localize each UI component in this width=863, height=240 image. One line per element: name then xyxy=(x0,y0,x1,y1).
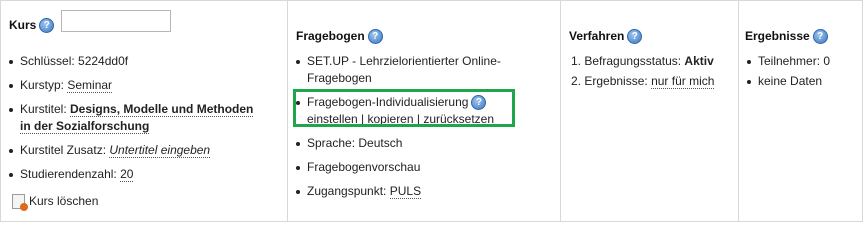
studierendenzahl-link[interactable]: 20 xyxy=(120,167,134,182)
sprache-value: Deutsch xyxy=(358,136,403,150)
kurs-column: Kurs Schlüssel: 5224dd0f Kurstyp: Semina… xyxy=(1,1,288,221)
list-item-studierendenzahl: Studierendenzahl: 20 xyxy=(7,166,265,183)
help-icon[interactable] xyxy=(627,29,643,45)
kurs-loeschen-label: Kurs löschen xyxy=(29,194,99,208)
help-icon[interactable] xyxy=(367,29,383,45)
list-item-setup: SET.UP - Lehrzielorientierter Online-Fra… xyxy=(294,53,522,87)
kurs-details-list: Schlüssel: 5224dd0f Kurstyp: Seminar Kur… xyxy=(7,53,265,183)
verfahren-list: 1. Befragungsstatus: Aktiv 2. Ergebnisse… xyxy=(571,53,715,90)
list-item-kurstitel-zusatz: Kurstitel Zusatz: Untertitel eingeben xyxy=(7,142,265,159)
delete-document-icon xyxy=(12,194,28,212)
kurs-search-input[interactable] xyxy=(61,10,171,32)
verfahren-header: Verfahren xyxy=(569,29,643,45)
help-icon[interactable] xyxy=(39,18,55,34)
help-icon[interactable] xyxy=(812,29,828,45)
kurstitel-zusatz-link[interactable]: Untertitel eingeben xyxy=(109,143,211,158)
ergebnisse-header: Ergebnisse xyxy=(745,29,828,45)
ergebnisse-list: Teilnehmer: 0 keine Daten xyxy=(745,53,830,90)
list-item-zugangspunkt: Zugangspunkt: PULS xyxy=(294,183,544,200)
kurs-title: Kurs xyxy=(9,18,37,32)
list-item-sprache: Sprache: Deutsch xyxy=(294,135,544,152)
verfahren-title: Verfahren xyxy=(569,29,625,43)
list-item-schluessel: Schlüssel: 5224dd0f xyxy=(7,53,265,70)
list-item-ergebnisse: 2. Ergebnisse: nur für mich xyxy=(571,74,715,89)
ergebnisse-title: Ergebnisse xyxy=(745,29,810,43)
schluessel-value: 5224dd0f xyxy=(78,54,129,68)
zugangspunkt-link[interactable]: PULS xyxy=(389,184,422,199)
list-item-teilnehmer: Teilnehmer: 0 xyxy=(745,53,830,70)
fragebogenvorschau-text[interactable]: Fragebogenvorschau xyxy=(307,160,420,174)
kurs-header: Kurs xyxy=(9,18,55,34)
ergebnisse-column: Ergebnisse Teilnehmer: 0 keine Daten xyxy=(739,1,863,221)
list-item-fragebogenvorschau[interactable]: Fragebogenvorschau xyxy=(294,159,544,176)
kurstyp-link[interactable]: Seminar xyxy=(67,78,113,93)
list-item-kurstyp: Kurstyp: Seminar xyxy=(7,77,265,94)
ergebnisse-link[interactable]: nur für mich xyxy=(651,74,715,89)
setup-text: SET.UP - Lehrzielorientierter Online-Fra… xyxy=(307,54,501,85)
befragungsstatus-value: Aktiv xyxy=(684,54,714,68)
list-item-befragungsstatus: 1. Befragungsstatus: Aktiv xyxy=(571,54,714,68)
fragebogen-header: Fragebogen xyxy=(296,29,383,45)
list-item-kurstitel: Kurstitel: Designs, Modelle und Methoden… xyxy=(7,101,265,135)
list-item-keine-daten: keine Daten xyxy=(745,73,830,90)
fragebogen-title: Fragebogen xyxy=(296,29,365,43)
highlight-box xyxy=(293,89,515,127)
verfahren-column: Verfahren 1. Befragungsstatus: Aktiv 2. … xyxy=(561,1,739,221)
kurs-loeschen-button[interactable]: Kurs löschen xyxy=(12,194,99,212)
